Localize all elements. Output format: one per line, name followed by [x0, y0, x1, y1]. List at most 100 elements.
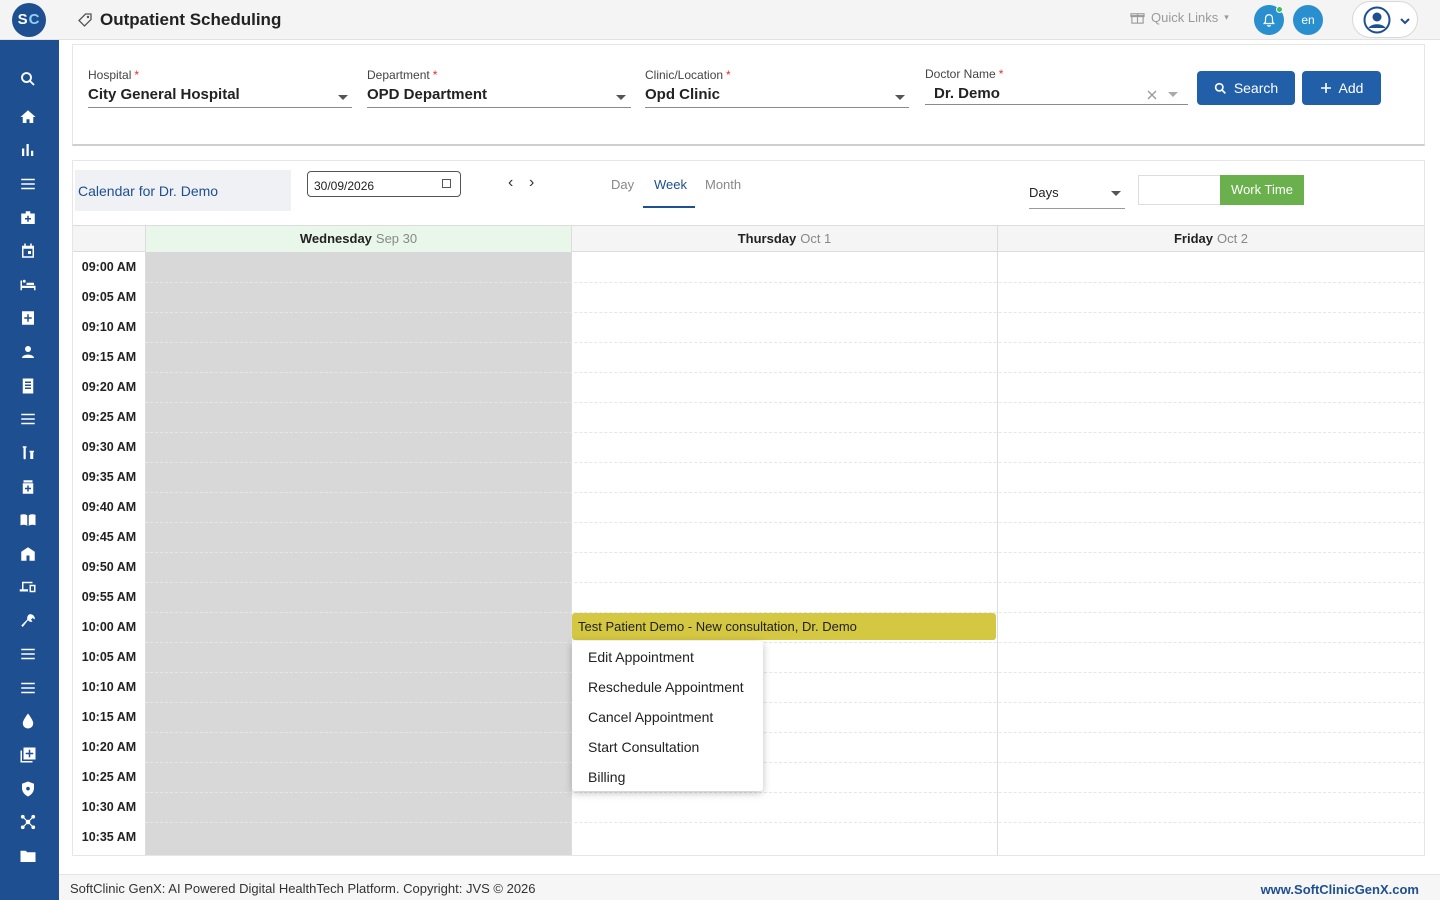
lab-vials-icon[interactable]: [17, 442, 39, 464]
time-slot-label: 10:15 AM: [81, 710, 137, 724]
slot-divider: [145, 732, 1424, 733]
calendar-grid-header: Wednesday Sep 30 Thursday Oct 1 Friday Oct …: [73, 225, 1424, 252]
notification-dot: [1276, 6, 1283, 13]
footer-website-link[interactable]: www.SoftClinicGenX.com: [1261, 882, 1419, 897]
footer-copyright: SoftClinic GenX: AI Powered Digital Heal…: [70, 881, 536, 896]
filter-panel: Hospital * City General Hospital Departme…: [72, 44, 1425, 146]
time-slot-label: 09:55 AM: [81, 590, 137, 604]
tab-week[interactable]: Week: [654, 177, 687, 192]
menu-item-cancel-appointment[interactable]: Cancel Appointment: [588, 709, 713, 725]
menu-item-start-consultation[interactable]: Start Consultation: [588, 739, 699, 755]
home-icon[interactable]: [17, 106, 39, 128]
date-value: 30/09/2026: [314, 179, 375, 193]
calendar-icon[interactable]: [442, 179, 451, 188]
next-arrow-icon[interactable]: ›: [529, 174, 534, 192]
time-slot-label: 09:50 AM: [81, 560, 137, 574]
work-time-input[interactable]: [1138, 175, 1222, 205]
hospital-label: Hospital: [88, 68, 132, 82]
bell-icon: [1262, 14, 1276, 27]
slot-divider: [145, 672, 1424, 673]
sidebar: [0, 40, 59, 900]
slot-divider: [145, 372, 1424, 373]
building-icon[interactable]: [17, 543, 39, 565]
required-mark: *: [998, 67, 1004, 81]
gift-icon: [1130, 13, 1145, 24]
clear-icon[interactable]: [1147, 90, 1157, 100]
avatar-icon: [1363, 6, 1391, 34]
tab-month[interactable]: Month: [705, 177, 741, 192]
document-icon[interactable]: [17, 375, 39, 397]
calendar-icon[interactable]: [17, 240, 39, 262]
time-slot-label: 10:05 AM: [81, 650, 137, 664]
time-slot-label: 10:00 AM: [81, 620, 137, 634]
app-logo[interactable]: SC: [12, 3, 46, 37]
medical-plus-icon[interactable]: [17, 307, 39, 329]
slot-divider: [145, 402, 1424, 403]
notifications-button[interactable]: [1254, 5, 1284, 35]
blood-drop-icon[interactable]: [17, 710, 39, 732]
date-input[interactable]: 30/09/2026: [307, 171, 461, 197]
prev-arrow-icon[interactable]: ‹: [508, 174, 513, 192]
hospital-value: City General Hospital: [88, 86, 240, 103]
days-select[interactable]: Days: [1029, 183, 1125, 209]
time-slot-label: 09:25 AM: [81, 410, 137, 424]
shield-icon[interactable]: [17, 778, 39, 800]
time-slot-label: 09:05 AM: [81, 290, 137, 304]
person-icon[interactable]: [17, 341, 39, 363]
search-button[interactable]: Search: [1197, 71, 1295, 105]
time-slot-label: 09:15 AM: [81, 350, 137, 364]
time-slot-label: 09:20 AM: [81, 380, 137, 394]
appointment-context-menu: Edit Appointment Reschedule Appointment …: [572, 641, 763, 791]
department-select[interactable]: Department * OPD Department: [367, 68, 631, 108]
bar-chart-icon[interactable]: [17, 139, 39, 161]
list-icon[interactable]: [17, 408, 39, 430]
active-tab-indicator: [643, 206, 695, 208]
time-slot-label: 10:30 AM: [81, 800, 137, 814]
appointment-event[interactable]: Test Patient Demo - New consultation, Dr…: [572, 613, 996, 640]
folder-icon[interactable]: [17, 845, 39, 867]
slot-divider: [145, 342, 1424, 343]
department-value: OPD Department: [367, 86, 488, 103]
hospital-select[interactable]: Hospital * City General Hospital: [88, 68, 352, 108]
pharmacy-icon[interactable]: [17, 476, 39, 498]
chevron-down-icon: [1400, 18, 1410, 25]
bed-icon[interactable]: [17, 274, 39, 296]
day-header-friday: Friday Oct 2: [997, 226, 1424, 252]
language-button[interactable]: en: [1293, 5, 1323, 35]
menu-icon[interactable]: [17, 173, 39, 195]
doctor-name-select[interactable]: Doctor Name * Dr. Demo: [925, 67, 1188, 105]
work-time-button[interactable]: Work Time: [1220, 175, 1304, 205]
quick-links-menu[interactable]: Quick Links ▾: [1130, 10, 1229, 25]
medical-kit-icon[interactable]: [17, 207, 39, 229]
add-button[interactable]: Add: [1302, 71, 1381, 105]
book-icon[interactable]: [17, 509, 39, 531]
menu-icon-2[interactable]: [17, 643, 39, 665]
tab-day[interactable]: Day: [611, 177, 634, 192]
slot-divider: [145, 282, 1424, 283]
clinic-select[interactable]: Clinic/Location * Opd Clinic: [645, 68, 909, 108]
search-icon[interactable]: [17, 68, 39, 90]
user-menu[interactable]: [1352, 1, 1418, 38]
department-label: Department: [367, 68, 430, 82]
caret-down-icon: [895, 95, 905, 100]
doctor-value: Dr. Demo: [934, 85, 1000, 102]
devices-icon[interactable]: [17, 576, 39, 598]
slot-divider: [145, 312, 1424, 313]
time-slot-label: 10:35 AM: [81, 830, 137, 844]
network-icon[interactable]: [17, 811, 39, 833]
add-library-icon[interactable]: [17, 744, 39, 766]
wrench-icon[interactable]: [17, 610, 39, 632]
time-slot-label: 09:10 AM: [81, 320, 137, 334]
tag-icon: [78, 13, 92, 27]
required-mark: *: [432, 68, 438, 82]
slot-divider: [145, 822, 1424, 823]
menu-item-edit-appointment[interactable]: Edit Appointment: [588, 649, 694, 665]
slot-divider: [145, 762, 1424, 763]
menu-item-reschedule-appointment[interactable]: Reschedule Appointment: [588, 679, 744, 695]
menu-icon-3[interactable]: [17, 677, 39, 699]
caret-down-icon: [338, 95, 348, 100]
slot-divider: [145, 702, 1424, 703]
slot-divider: [145, 642, 1424, 643]
menu-item-billing[interactable]: Billing: [588, 769, 625, 785]
search-icon: [1214, 82, 1226, 94]
